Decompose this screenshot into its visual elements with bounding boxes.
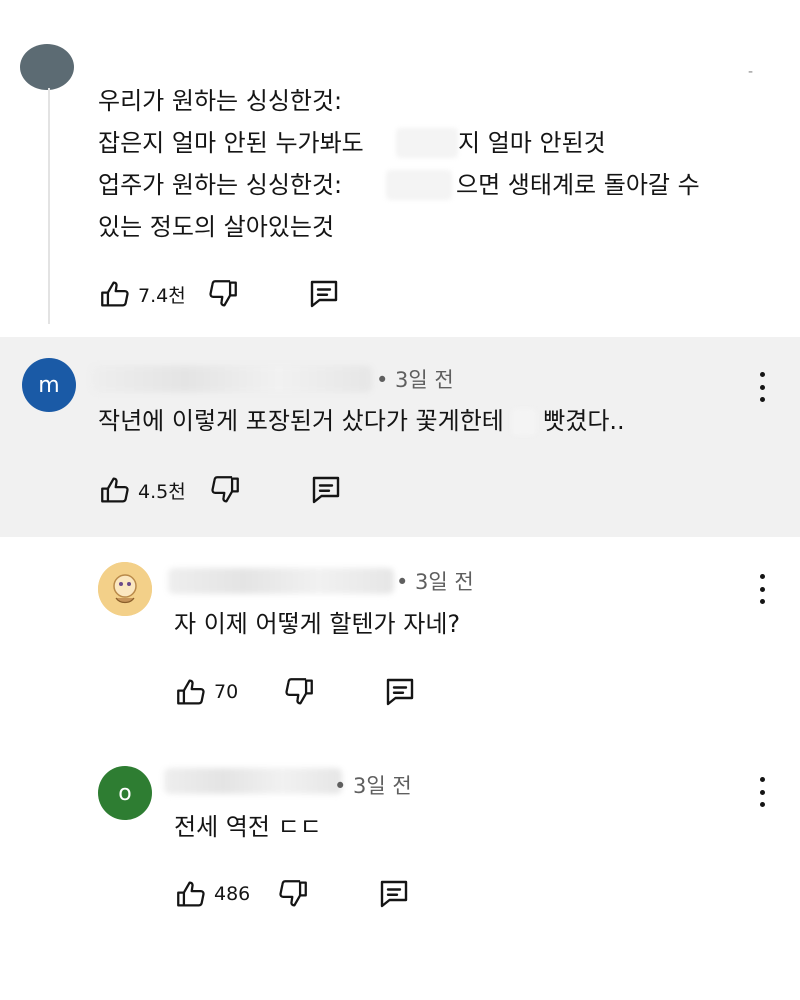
redacted-text [396,128,458,158]
more-options-icon[interactable] [757,777,767,807]
redacted-text [386,170,452,200]
more-options-icon[interactable] [757,574,767,604]
reply-icon[interactable] [376,876,412,912]
comment-text-line: 으면 생태계로 돌아갈 수 [456,171,700,199]
like-count: 70 [214,681,239,703]
comment-time: • 3일 전 [396,570,474,594]
dislike-icon[interactable] [206,277,240,311]
comment-actions: 486 [174,876,412,912]
dislike-icon[interactable] [208,473,242,507]
comment-text-line: 우리가 원하는 싱싱한것: [98,87,343,115]
avatar[interactable] [20,44,74,90]
thread-line [48,88,50,324]
like-icon[interactable] [174,877,208,911]
redacted-username [92,366,372,392]
avatar[interactable]: o [98,766,152,820]
avatar-cartoon-icon [98,562,152,616]
redacted-username [168,568,394,594]
comment-text: 자 이제 어떻게 할텐가 자네? [174,610,461,638]
comment-text-line: 잡은지 얼마 안된 누가봐도 [98,129,364,157]
redacted-text [511,409,536,435]
divider: - [748,64,754,80]
dislike-icon[interactable] [282,675,316,709]
comment-text: 전세 역전 ㄷㄷ [174,813,322,841]
avatar[interactable]: m [22,358,76,412]
like-count: 486 [214,883,251,905]
like-icon[interactable] [98,277,132,311]
comment-actions: 70 [174,674,418,710]
dislike-icon[interactable] [276,877,310,911]
avatar-initial: o [118,780,132,806]
comment-text: 작년에 이렇게 포장된거 샀다가 꽃게한테 빳겼다.. [98,407,625,435]
comment-text-line: 업주가 원하는 싱싱한것: [98,171,343,199]
like-count: 4.5천 [138,480,186,503]
like-icon[interactable] [98,473,132,507]
avatar[interactable] [98,562,152,616]
avatar-initial: m [38,372,60,398]
reply-icon[interactable] [382,674,418,710]
comment-text-line: 있는 정도의 살아있는것 [98,213,335,241]
more-options-icon[interactable] [757,372,767,402]
comment-actions: 4.5천 [98,472,344,508]
reply-icon[interactable] [308,472,344,508]
comment-text-line: 지 얼마 안된것 [458,129,606,157]
comment-time: • 3일 전 [376,368,454,392]
comment-actions: 7.4천 [98,276,342,312]
reply-icon[interactable] [306,276,342,312]
comment-time: • 3일 전 [334,774,412,798]
like-count: 7.4천 [138,284,186,307]
like-icon[interactable] [174,675,208,709]
redacted-username [164,768,342,794]
